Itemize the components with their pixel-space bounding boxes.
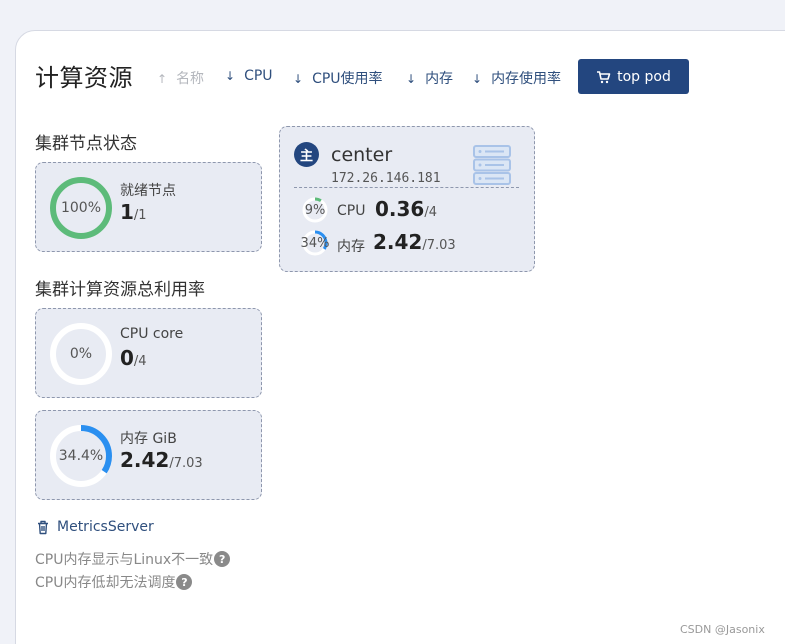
ready-nodes-total: /1	[133, 208, 147, 223]
node-cpu-value: 0.36/4	[375, 197, 437, 221]
sort-arrow-icon: ↓	[225, 69, 236, 83]
node-memory-label: 内存	[337, 239, 365, 255]
server-icon	[473, 145, 511, 185]
sort-label: CPU	[244, 68, 273, 84]
help-icon[interactable]: ?	[214, 551, 231, 567]
note-low-usage-unschedulable: CPU内存低却无法调度?	[35, 572, 193, 592]
cluster-usage-title: 集群计算资源总利用率	[35, 280, 205, 300]
note-cpu-memory-mismatch: CPU内存显示与Linux不一致?	[35, 549, 231, 569]
cart-icon	[597, 70, 611, 83]
node-name: center	[331, 144, 393, 166]
sort-by-name[interactable]: ↑ 名称	[157, 68, 204, 88]
cluster-node-status-title: 集群节点状态	[35, 134, 137, 154]
memory-percent: 34.4%	[58, 448, 104, 464]
node-ip: 172.26.146.181	[331, 171, 441, 186]
memory-total: /7.03	[169, 456, 203, 471]
ready-nodes-percent: 100%	[60, 200, 102, 216]
metrics-server-label: MetricsServer	[57, 519, 154, 535]
master-badge: 主	[294, 142, 319, 167]
sort-by-memory[interactable]: ↓ 内存	[406, 68, 453, 88]
ready-nodes-card: 100% 就绪节点 1/1	[35, 162, 262, 252]
top-pod-label: top pod	[617, 68, 671, 85]
sort-label: 内存使用率	[491, 71, 562, 87]
help-icon[interactable]: ?	[176, 574, 193, 590]
trash-icon	[38, 520, 48, 534]
node-memory-total: /7.03	[422, 238, 456, 253]
watermark: CSDN @Jasonix	[680, 623, 765, 636]
sort-by-memory-usage[interactable]: ↓ 内存使用率	[472, 68, 561, 88]
sort-by-cpu-usage[interactable]: ↓ CPU使用率	[293, 68, 383, 88]
cpu-core-label: CPU core	[120, 326, 184, 342]
memory-label: 内存 GiB	[120, 431, 177, 447]
cpu-core-total: /4	[133, 354, 147, 369]
memory-card: 34.4% 内存 GiB 2.42/7.03	[35, 410, 262, 500]
sort-by-cpu[interactable]: ↓ CPU	[225, 68, 273, 84]
ready-nodes-label: 就绪节点	[120, 183, 176, 199]
sort-arrow-icon: ↓	[293, 72, 304, 86]
cpu-core-value: 0/4	[120, 346, 147, 370]
node-memory-value: 2.42/7.03	[373, 230, 456, 254]
cpu-core-card: 0% CPU core 0/4	[35, 308, 262, 398]
sort-arrow-icon: ↑	[157, 72, 168, 86]
top-pod-button[interactable]: top pod	[578, 59, 689, 94]
node-cpu-total: /4	[424, 205, 438, 220]
cpu-core-percent: 0%	[69, 346, 93, 362]
note-text: CPU内存显示与Linux不一致	[35, 552, 214, 568]
page-title: 计算资源	[35, 64, 133, 92]
node-cpu-percent: 9%	[304, 202, 326, 218]
sort-label: 名称	[176, 71, 205, 87]
sort-arrow-icon: ↓	[472, 72, 483, 86]
node-memory-used: 2.42	[373, 230, 423, 254]
node-memory-percent: 34%	[300, 235, 330, 251]
sort-label: 内存	[425, 71, 454, 87]
node-card[interactable]: 主 center 172.26.146.181 9% CPU 0.36/4 34…	[279, 126, 535, 272]
sort-arrow-icon: ↓	[406, 72, 417, 86]
note-text: CPU内存低却无法调度	[35, 575, 176, 591]
memory-value: 2.42/7.03	[120, 448, 203, 472]
ready-nodes-value: 1/1	[120, 200, 147, 224]
memory-used: 2.42	[120, 448, 170, 472]
node-divider	[294, 187, 519, 188]
node-cpu-label: CPU	[337, 203, 366, 219]
metrics-server-link[interactable]: MetricsServer	[36, 519, 154, 535]
sort-label: CPU使用率	[312, 71, 383, 87]
ready-nodes-count: 1	[120, 200, 134, 224]
cpu-core-used: 0	[120, 346, 134, 370]
node-cpu-used: 0.36	[375, 197, 425, 221]
